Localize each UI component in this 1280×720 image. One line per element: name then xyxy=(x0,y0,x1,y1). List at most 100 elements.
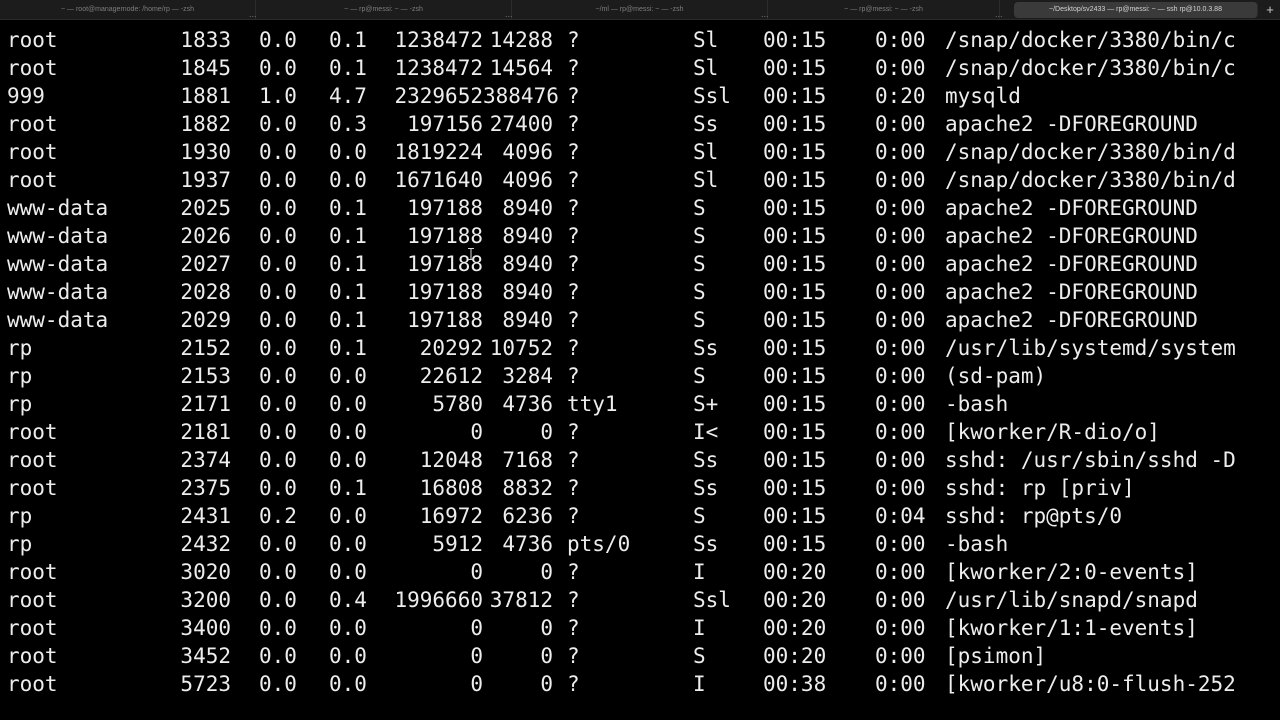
process-command: (sd-pam) xyxy=(945,364,1047,388)
process-stat: Ss xyxy=(693,532,719,556)
process-tty: ? xyxy=(567,168,580,192)
process-vsz: 0 xyxy=(470,420,483,444)
process-mem: 0.1 xyxy=(329,56,367,80)
process-tty: ? xyxy=(567,224,580,248)
process-mem: 0.0 xyxy=(329,448,367,472)
process-user: root xyxy=(7,560,58,584)
process-rss: 4736 xyxy=(502,532,553,556)
process-command: sshd: /usr/sbin/sshd -D xyxy=(945,448,1236,472)
process-pid: 2028 xyxy=(180,280,231,304)
process-command: [kworker/R-dio/o] xyxy=(945,420,1160,444)
process-user: www-data xyxy=(7,224,109,248)
process-stat: Ss xyxy=(693,476,719,500)
process-cpu: 0.0 xyxy=(259,364,297,388)
process-user: root xyxy=(7,420,58,444)
process-vsz: 1671640 xyxy=(394,168,483,192)
process-row: rp 2431 0.2 0.0 16972 6236? S 00:15 0:04 sshd: rp… xyxy=(0,502,1280,530)
terminal-tab-bar: ~ — root@managernode: /home/rp — -zsh ..… xyxy=(0,0,1280,20)
process-cpu: 0.0 xyxy=(259,252,297,276)
process-start: 00:15 xyxy=(763,448,827,472)
process-stat: I xyxy=(693,616,706,640)
process-user: www-data xyxy=(7,308,109,332)
process-user: root xyxy=(7,672,58,696)
process-mem: 0.1 xyxy=(329,224,367,248)
process-vsz: 197188 xyxy=(407,196,483,220)
process-start: 00:15 xyxy=(763,336,827,360)
process-stat: S xyxy=(693,504,706,528)
terminal-tab-2[interactable]: ~ — rp@messi: ~ — -zsh xyxy=(256,0,512,19)
process-cpu: 0.0 xyxy=(259,672,297,696)
process-rss: 8940 xyxy=(502,308,553,332)
process-command: /usr/lib/systemd/system xyxy=(945,336,1236,360)
process-tty: ? xyxy=(567,196,580,220)
process-start: 00:15 xyxy=(763,504,827,528)
process-cpu: 0.0 xyxy=(259,336,297,360)
process-row: root 2375 0.0 0.1 16808 8832? Ss 00:15 0:00 sshd:… xyxy=(0,474,1280,502)
process-tty: ? xyxy=(567,336,580,360)
process-vsz: 5780 xyxy=(432,392,483,416)
tab-title: ~ — rp@messi: ~ — -zsh xyxy=(344,6,423,13)
terminal-output[interactable]: root 1833 0.0 0.1 1238472 14288? Sl 00:15 0:00/s… xyxy=(0,26,1280,720)
process-cpu: 0.0 xyxy=(259,448,297,472)
terminal-tab-5-active[interactable]: ~/Desktop/sv2433 — rp@messi: ~ — ssh rp@… xyxy=(1014,2,1258,18)
process-command: mysqld xyxy=(945,84,1021,108)
process-time: 0:00 xyxy=(875,280,926,304)
process-user: www-data xyxy=(7,280,109,304)
process-time: 0:00 xyxy=(875,364,926,388)
process-user: root xyxy=(7,616,58,640)
process-command: /snap/docker/3380/bin/c xyxy=(945,28,1236,52)
process-stat: S xyxy=(693,224,706,248)
process-cpu: 0.0 xyxy=(259,476,297,500)
process-pid: 1930 xyxy=(180,140,231,164)
process-start: 00:20 xyxy=(763,616,827,640)
process-tty: ? xyxy=(567,252,580,276)
new-tab-button[interactable]: + xyxy=(1263,2,1277,18)
process-time: 0:00 xyxy=(875,560,926,584)
process-stat: I< xyxy=(693,420,719,444)
process-command: apache2 -DFOREGROUND xyxy=(945,224,1198,248)
process-stat: Ss xyxy=(693,336,719,360)
process-tty: ? xyxy=(567,476,580,500)
process-time: 0:00 xyxy=(875,392,926,416)
terminal-tab-3[interactable]: ~/ml — rp@messi: ~ — -zsh xyxy=(512,0,768,19)
process-command: -bash xyxy=(945,532,1009,556)
process-command: sshd: rp [priv] xyxy=(945,476,1135,500)
process-tty: ? xyxy=(567,280,580,304)
process-row: root 1882 0.0 0.3 197156 27400? Ss 00:15 0:00 apa… xyxy=(0,110,1280,138)
tab-title: ~ — root@managernode: /home/rp — -zsh xyxy=(61,6,194,13)
process-pid: 3200 xyxy=(180,588,231,612)
process-row: root 2181 0.0 0.0 0 0? I< 00:15 0:00 [kworker/R-d… xyxy=(0,418,1280,446)
process-vsz: 1238472 xyxy=(394,28,483,52)
process-row: root 3400 0.0 0.0 0 0? I 00:20 0:00 [kworker/1:1-… xyxy=(0,614,1280,642)
process-rss: 0 xyxy=(540,644,553,668)
process-time: 0:00 xyxy=(875,112,926,136)
process-row: rp 2152 0.0 0.1 20292 10752? Ss 00:15 0:00/usr/l… xyxy=(0,334,1280,362)
process-pid: 2431 xyxy=(180,504,231,528)
process-time: 0:00 xyxy=(875,168,926,192)
process-stat: Sl xyxy=(693,28,719,52)
terminal-tab-4[interactable]: ~ — rp@messi: ~ — -zsh xyxy=(768,0,1000,19)
process-vsz: 2329652 xyxy=(394,84,483,108)
process-cpu: 0.0 xyxy=(259,392,297,416)
process-user: root xyxy=(7,56,58,80)
process-rss: 4096 xyxy=(502,168,553,192)
process-time: 0:00 xyxy=(875,28,926,52)
terminal-tab-1[interactable]: ~ — root@managernode: /home/rp — -zsh xyxy=(0,0,256,19)
process-command: sshd: rp@pts/0 xyxy=(945,504,1123,528)
process-row: www-data 2029 0.0 0.1 197188 8940? S 00:15 0:00 a… xyxy=(0,306,1280,334)
process-row: rp 2171 0.0 0.0 5780 4736 tty1 S+ 00:15 0:00 -bash xyxy=(0,390,1280,418)
process-command: [kworker/u8:0-flush-252 xyxy=(945,672,1236,696)
process-mem: 0.0 xyxy=(329,392,367,416)
process-mem: 0.0 xyxy=(329,532,367,556)
process-tty: ? xyxy=(567,84,580,108)
process-user: root xyxy=(7,448,58,472)
process-start: 00:15 xyxy=(763,476,827,500)
process-pid: 1937 xyxy=(180,168,231,192)
process-vsz: 16808 xyxy=(419,476,483,500)
process-start: 00:15 xyxy=(763,308,827,332)
process-row: www-data 2026 0.0 0.1 197188 8940? S 00:15 0:00 a… xyxy=(0,222,1280,250)
process-user: rp xyxy=(7,504,33,528)
process-mem: 0.0 xyxy=(329,672,367,696)
process-cpu: 0.0 xyxy=(259,224,297,248)
process-tty: ? xyxy=(567,616,580,640)
